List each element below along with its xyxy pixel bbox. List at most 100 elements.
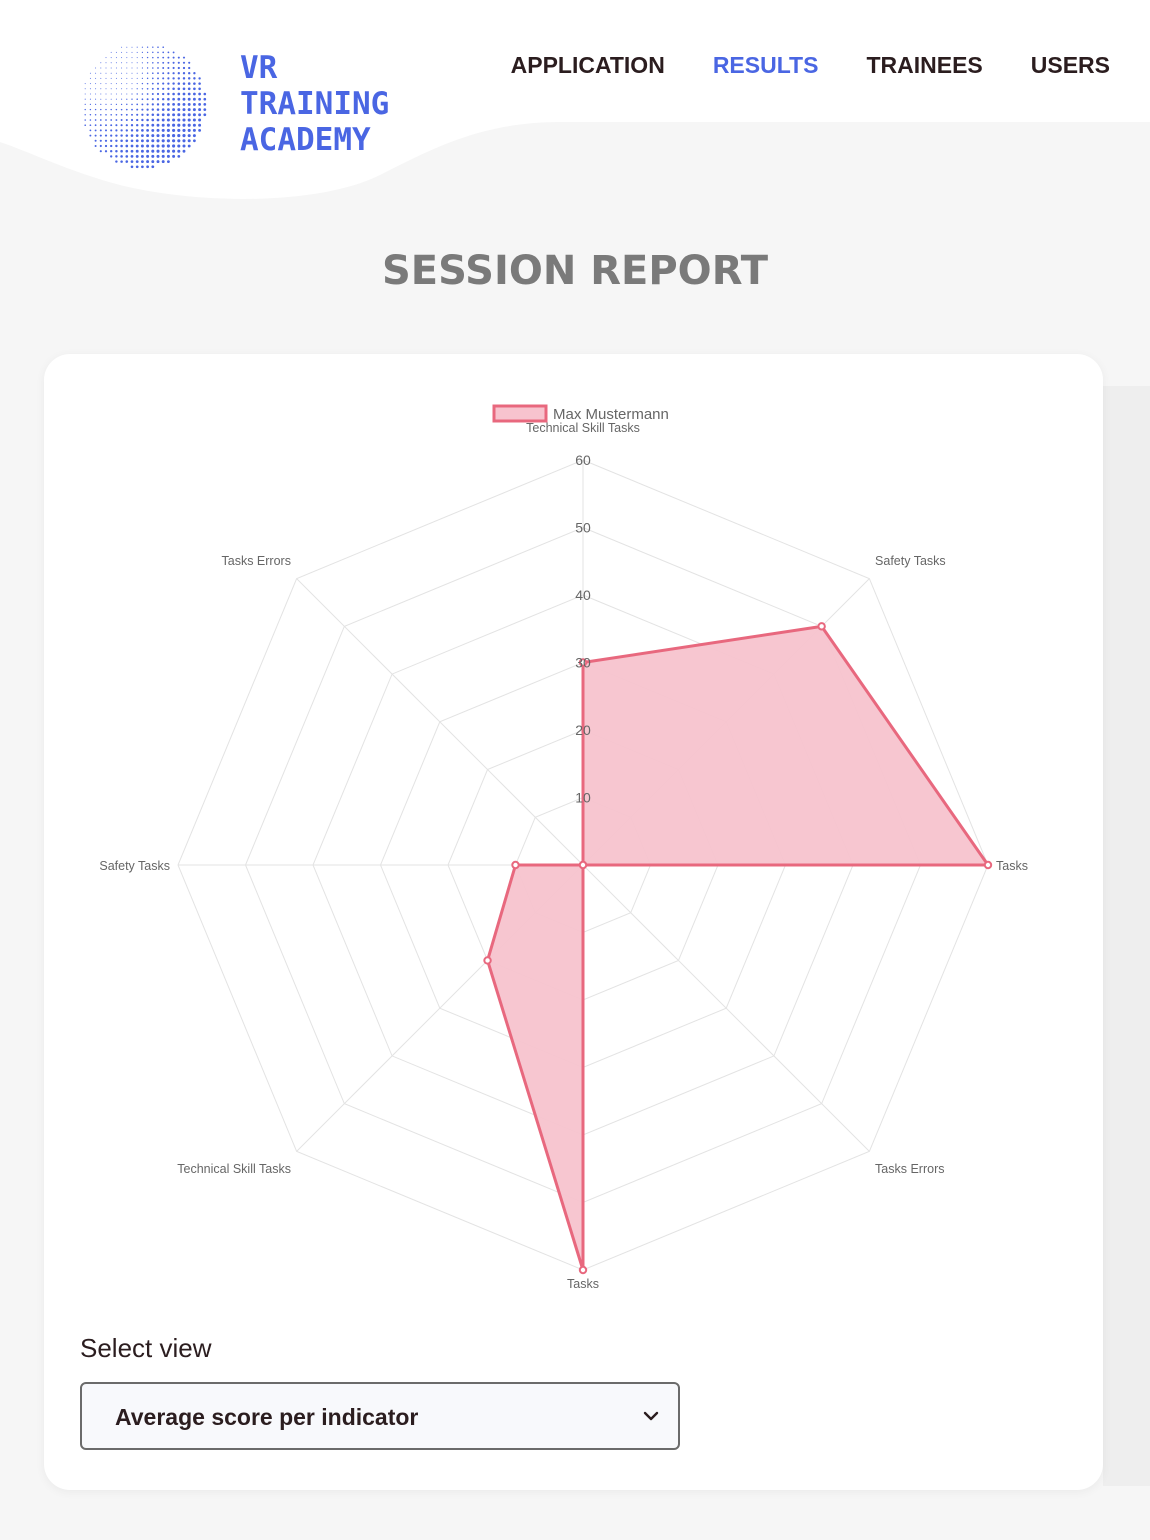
globe-dot	[182, 82, 186, 85]
globe-dot	[110, 98, 112, 100]
globe-dot	[84, 119, 86, 121]
globe-dot	[110, 129, 113, 132]
globe-dot	[136, 108, 139, 111]
globe-dot	[188, 66, 191, 70]
globe-dot	[146, 46, 149, 48]
data-point[interactable]	[578, 1265, 588, 1275]
globe-dot	[182, 56, 186, 59]
data-point[interactable]	[817, 622, 826, 631]
globe-dot	[172, 134, 176, 138]
globe-dot	[146, 103, 149, 106]
globe-logo-icon[interactable]	[78, 40, 208, 170]
globe-dot	[125, 129, 128, 132]
globe-dot	[187, 113, 191, 117]
globe-dot	[192, 97, 196, 101]
brand-wordmark[interactable]: VR TRAINING ACADEMY	[240, 50, 389, 158]
globe-dot	[110, 62, 112, 64]
globe-dot	[95, 103, 97, 105]
globe-dot	[100, 114, 102, 116]
globe-dot	[136, 67, 138, 69]
globe-dot	[162, 87, 165, 90]
globe-dot	[115, 93, 117, 95]
globe-dot	[188, 61, 191, 64]
globe-dot	[95, 88, 97, 90]
data-point[interactable]	[483, 956, 492, 965]
globe-dot	[115, 83, 117, 85]
data-point[interactable]	[511, 860, 520, 870]
globe-dot	[177, 82, 181, 85]
globe-dot	[151, 72, 154, 75]
axis-label: Technical Skill Tasks	[177, 1162, 291, 1176]
globe-dot	[146, 67, 149, 69]
globe-dot	[177, 134, 181, 138]
globe-dot	[126, 51, 128, 53]
globe-dot	[140, 154, 144, 158]
globe-dot	[157, 67, 159, 69]
globe-dot	[100, 108, 102, 111]
globe-dot	[110, 57, 112, 59]
globe-dot	[182, 87, 186, 91]
globe-dot	[161, 149, 165, 153]
globe-dot	[156, 154, 160, 158]
globe-dot	[166, 160, 170, 164]
globe-dot	[99, 129, 102, 132]
nav-trainees[interactable]: TRAINEES	[866, 52, 982, 79]
data-point[interactable]	[983, 860, 993, 870]
globe-dot	[151, 154, 155, 158]
globe-dot	[115, 108, 118, 111]
globe-dot	[156, 108, 160, 111]
globe-dot	[151, 108, 154, 111]
globe-dot	[156, 139, 160, 143]
data-point[interactable]	[578, 860, 588, 870]
tick-label: 60	[575, 452, 591, 468]
globe-dot	[105, 57, 107, 59]
globe-dot	[115, 129, 118, 132]
globe-dot	[115, 77, 117, 79]
globe-dot	[193, 72, 196, 75]
report-card: 10 20 30 40 50 60 Technical Skill Tasks Safety …	[44, 354, 1103, 1490]
globe-dot	[167, 103, 170, 106]
globe-dot	[146, 51, 149, 54]
globe-dot	[130, 144, 134, 148]
globe-dot	[125, 139, 129, 143]
globe-dot	[110, 150, 113, 153]
globe-dot	[136, 98, 138, 100]
globe-dot	[110, 144, 113, 148]
globe-dot	[156, 134, 160, 138]
globe-dot	[110, 103, 112, 105]
globe-dot	[177, 113, 181, 117]
nav-users[interactable]: USERS	[1031, 52, 1110, 79]
globe-dot	[84, 98, 86, 100]
nav-application[interactable]: APPLICATION	[511, 52, 665, 79]
radar-chart: 10 20 30 40 50 60 Technical Skill Tasks Safety …	[99, 404, 1028, 1291]
globe-dot	[172, 92, 175, 96]
globe-dot	[172, 72, 175, 75]
globe-dot	[120, 129, 123, 132]
globe-dot	[136, 62, 138, 64]
view-select[interactable]: Average score per indicator	[80, 1382, 680, 1450]
globe-dot	[136, 93, 138, 95]
nav-results[interactable]: RESULTS	[713, 52, 819, 79]
globe-dot	[152, 56, 154, 59]
globe-dot	[89, 98, 91, 100]
globe-dot	[151, 87, 154, 90]
globe-dot	[152, 51, 154, 54]
globe-dot	[125, 149, 129, 153]
globe-dot	[167, 61, 170, 64]
globe-dot	[177, 149, 181, 153]
globe-dot	[146, 144, 150, 148]
globe-dot	[110, 134, 113, 137]
globe-dot	[136, 118, 139, 122]
globe-dot	[161, 144, 165, 148]
globe-dot	[105, 77, 107, 79]
globe-dot	[115, 124, 118, 127]
globe-dot	[95, 72, 97, 74]
globe-dot	[100, 62, 102, 64]
axis-label: Safety Tasks	[99, 859, 170, 873]
globe-dot	[126, 46, 128, 48]
globe-dot	[100, 103, 102, 105]
globe-dot	[141, 93, 144, 95]
chart-legend[interactable]: Max Mustermann	[492, 404, 669, 423]
globe-dot	[136, 103, 139, 106]
globe-dot	[115, 160, 118, 163]
